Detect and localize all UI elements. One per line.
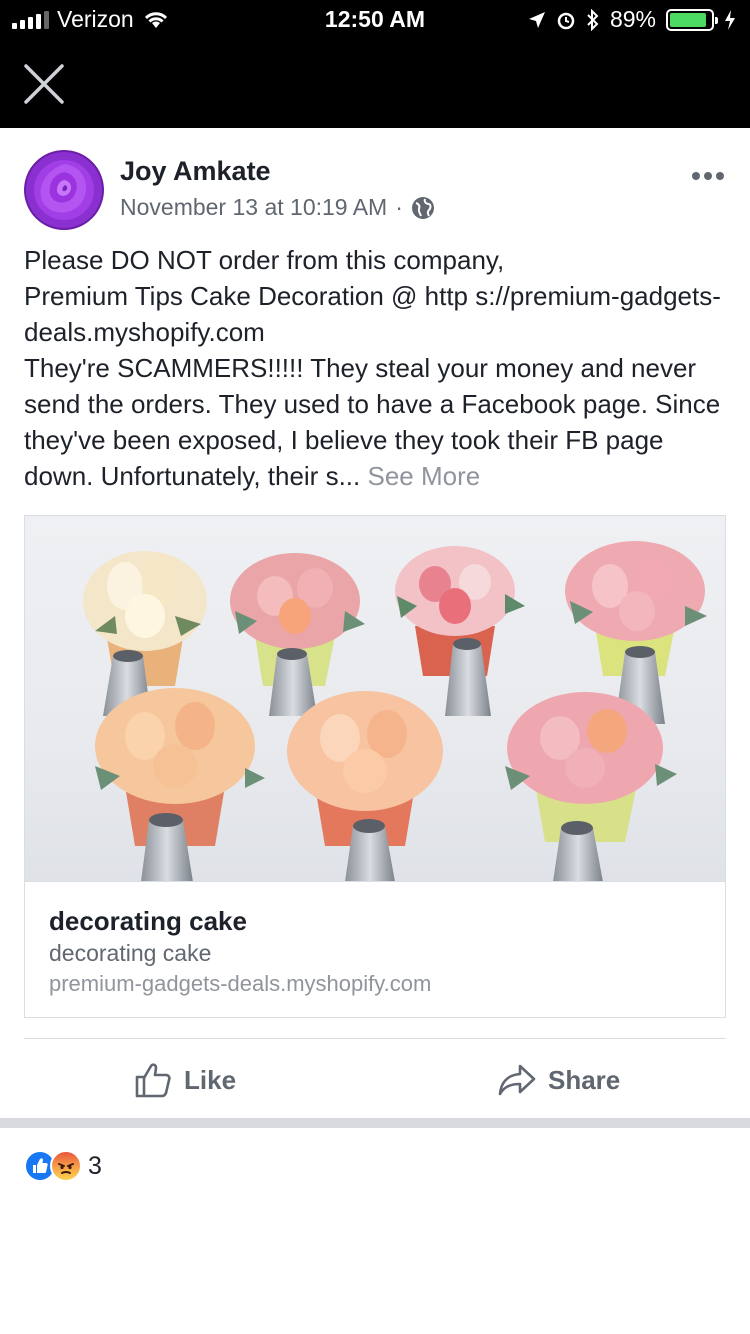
reaction-count: 3 [88,1151,102,1180]
post-timestamp[interactable]: November 13 at 10:19 AM [120,194,387,221]
share-button[interactable]: Share [498,1056,620,1104]
share-label: Share [548,1064,621,1095]
thumbs-up-icon [135,1063,171,1098]
top-bar: Verizon 12:50 AM 89% [0,0,750,128]
alarm-icon [557,12,575,29]
battery-percent: 89% [609,6,656,32]
close-icon[interactable] [22,62,66,106]
share-arrow-icon [498,1064,536,1096]
cupcakes-photo [83,541,707,881]
location-arrow-icon [528,11,545,28]
globe-icon [411,196,434,219]
battery-icon [666,8,718,31]
bluetooth-icon [587,8,599,31]
link-preview-image[interactable] [25,516,725,882]
post-header: Joy Amkate November 13 at 10:19 AM · [0,128,750,238]
rose-avatar-image [24,150,104,230]
more-dot-icon [692,172,700,180]
like-button[interactable]: Like [134,1056,236,1104]
post-text: Please DO NOT order from this company, P… [24,245,721,491]
link-preview-card[interactable]: decorating cake decorating cake premium-… [24,515,726,1018]
see-more-link[interactable]: See More [367,461,480,491]
link-title: decorating cake [49,906,247,936]
more-dot-icon [716,172,724,180]
link-description: decorating cake [49,940,212,966]
more-dot-icon [704,172,712,180]
cupcake-1 [83,551,207,686]
battery-fill [670,12,706,27]
avatar[interactable] [24,150,104,230]
meta-separator: · [395,194,403,220]
like-label: Like [184,1064,237,1095]
more-options-button[interactable] [692,166,728,186]
reactions-summary[interactable]: 3 [24,1150,102,1182]
link-info[interactable]: decorating cake decorating cake premium-… [25,882,725,1022]
link-domain: premium-gadgets-deals.myshopify.com [49,971,432,996]
angry-reaction-icon [50,1150,82,1182]
author-name[interactable]: Joy Amkate [120,156,271,187]
post-meta: November 13 at 10:19 AM · [120,194,435,221]
section-separator [0,1118,750,1128]
charging-bolt-icon [725,9,735,30]
status-right: 89% [528,6,736,33]
actions-divider [24,1038,726,1039]
status-bar: Verizon 12:50 AM 89% [0,0,750,40]
post-body: Please DO NOT order from this company, P… [24,242,724,494]
